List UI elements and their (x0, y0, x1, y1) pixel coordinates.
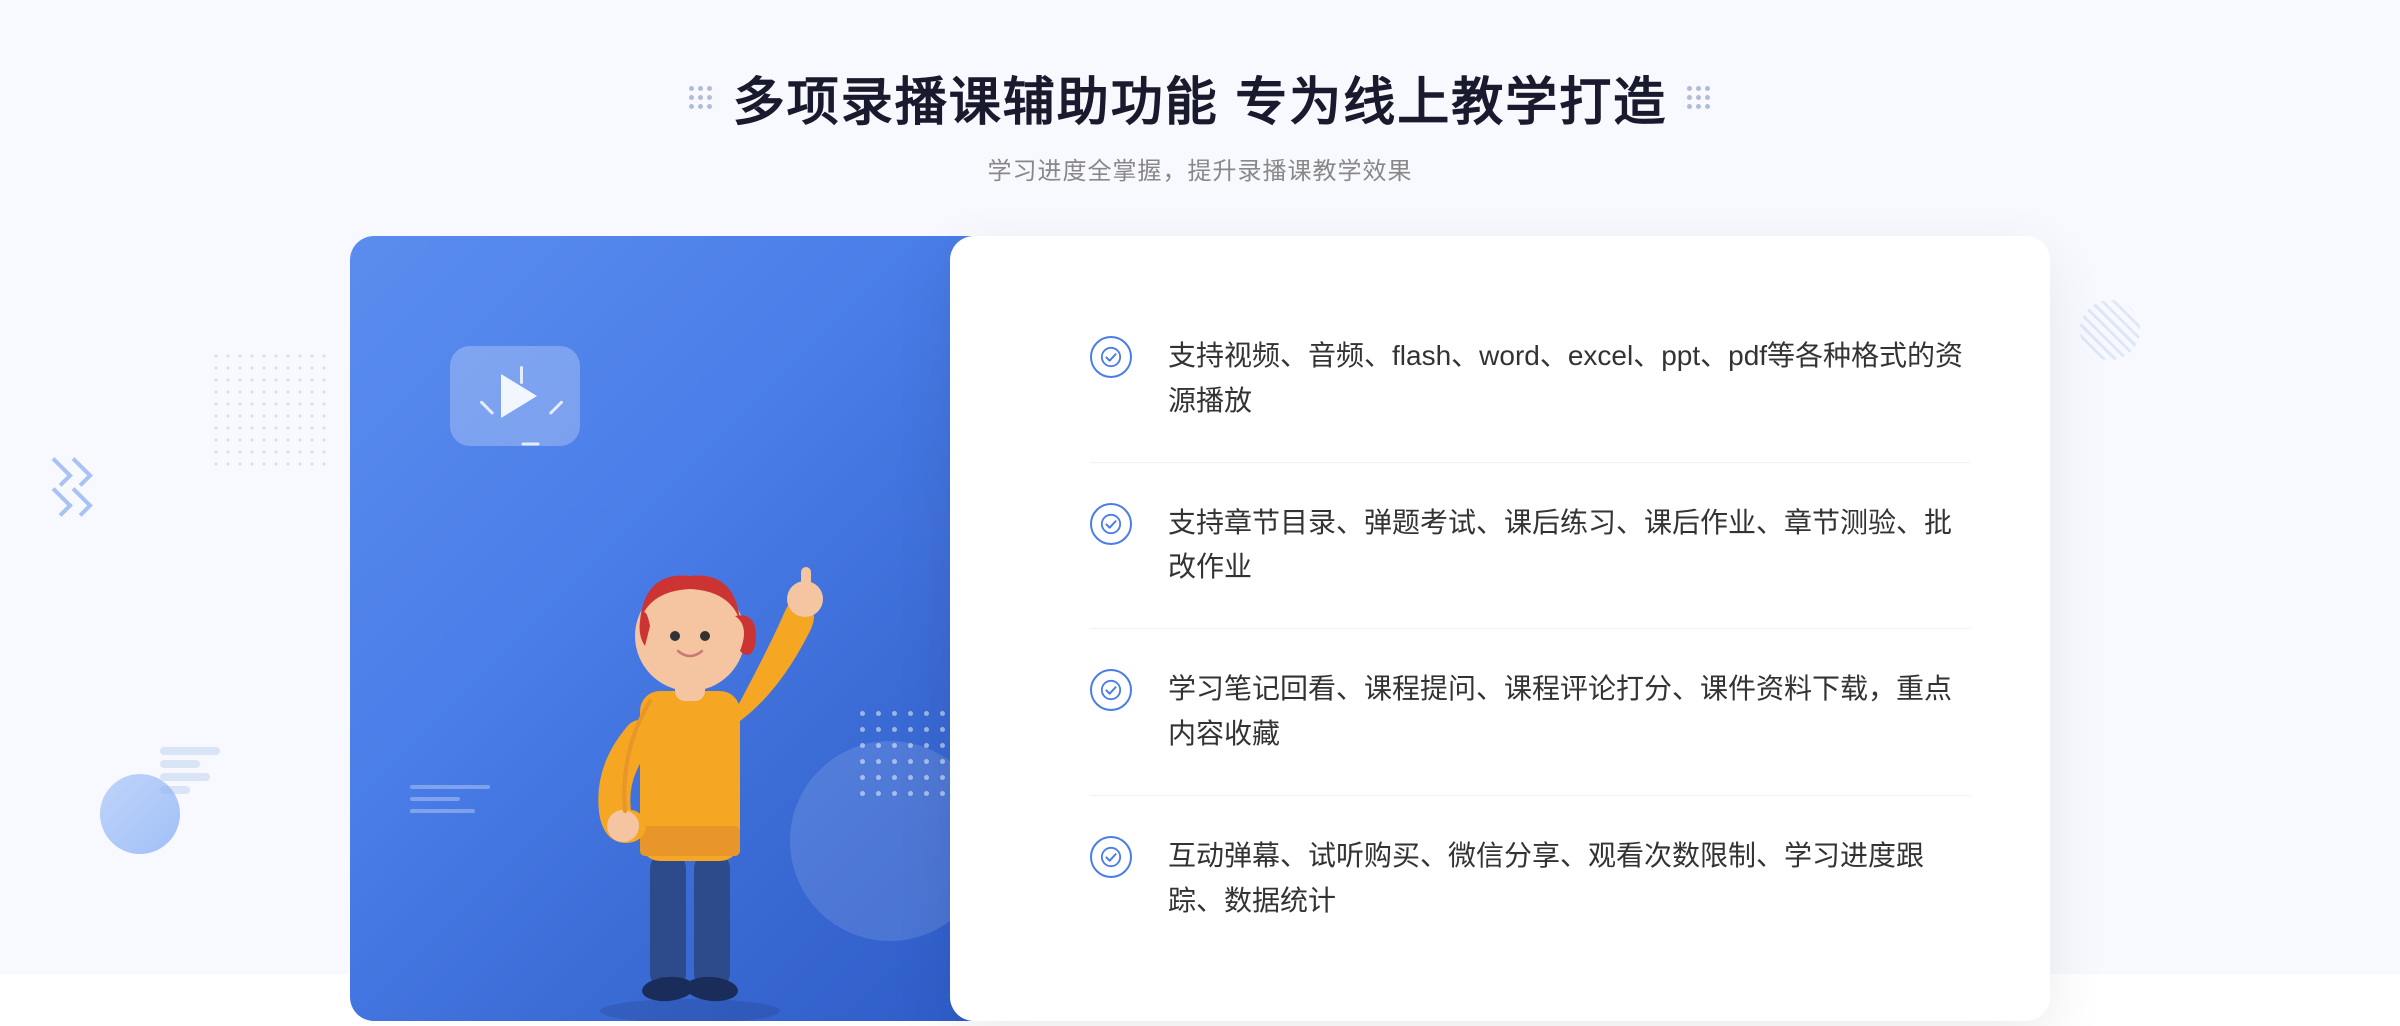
feature-text-4: 互动弹幕、试听购买、微信分享、观看次数限制、学习进度跟踪、数据统计 (1168, 834, 1970, 924)
title-decoration-right (1687, 86, 1711, 110)
feature-text-3: 学习笔记回看、课程提问、课程评论打分、课件资料下载，重点内容收藏 (1168, 667, 1970, 757)
dots-decoration-left (210, 350, 330, 470)
title-decoration-left (689, 86, 713, 110)
chevrons-decoration (50, 459, 86, 515)
dot-grid-right (1687, 86, 1711, 110)
play-icon (501, 374, 537, 418)
feature-text-1: 支持视频、音频、flash、word、excel、ppt、pdf等各种格式的资源… (1168, 334, 1970, 424)
illustration-card (350, 236, 1030, 1021)
check-icon-4 (1090, 836, 1132, 878)
person-illustration (520, 471, 860, 1021)
right-panel: 支持视频、音频、flash、word、excel、ppt、pdf等各种格式的资源… (950, 236, 2050, 1021)
blue-circle-decoration (100, 774, 180, 854)
check-icon-3 (1090, 669, 1132, 711)
feature-item-3: 学习笔记回看、课程提问、课程评论打分、课件资料下载，重点内容收藏 (1090, 629, 1970, 796)
feature-item-1: 支持视频、音频、flash、word、excel、ppt、pdf等各种格式的资源… (1090, 296, 1970, 463)
check-icon-1 (1090, 336, 1132, 378)
feature-text-2: 支持章节目录、弹题考试、课后练习、课后作业、章节测验、批改作业 (1168, 501, 1970, 591)
illus-lines (410, 785, 490, 821)
page-main-title: 多项录播课辅助功能 专为线上教学打造 (733, 60, 1667, 135)
feature-item-4: 互动弹幕、试听购买、微信分享、观看次数限制、学习进度跟踪、数据统计 (1090, 796, 1970, 962)
page-sub-title: 学习进度全掌握，提升录播课教学效果 (689, 151, 1711, 186)
dot-grid-left (689, 86, 713, 110)
title-wrapper: 多项录播课辅助功能 专为线上教学打造 (689, 60, 1711, 135)
page-wrapper: 多项录播课辅助功能 专为线上教学打造 学习进度全掌握，提升录播课教学效果 (0, 0, 2400, 974)
header-section: 多项录播课辅助功能 专为线上教学打造 学习进度全掌握，提升录播课教学效果 (689, 60, 1711, 186)
play-bubble (450, 346, 580, 446)
content-area: 支持视频、音频、flash、word、excel、ppt、pdf等各种格式的资源… (350, 236, 2050, 1021)
feature-item-2: 支持章节目录、弹题考试、课后练习、课后作业、章节测验、批改作业 (1090, 463, 1970, 630)
stripe-circle-decoration (2080, 300, 2140, 360)
check-icon-2 (1090, 503, 1132, 545)
